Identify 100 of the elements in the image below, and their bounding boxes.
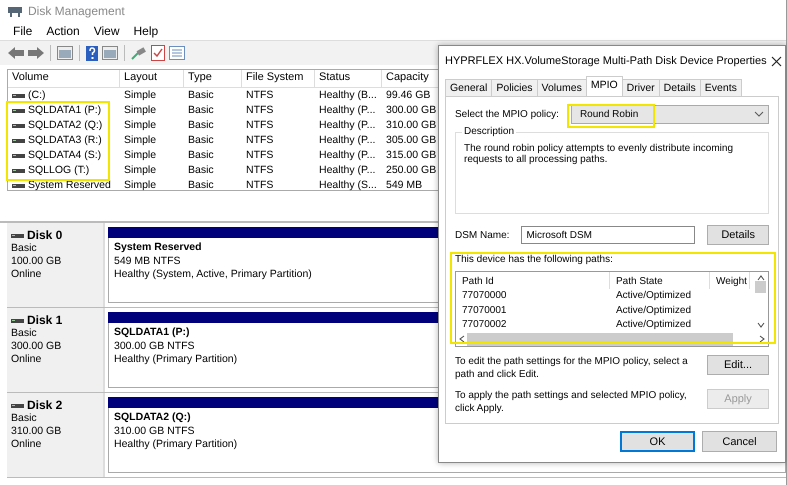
table-cell-text: Simple (123, 88, 158, 103)
group-title: Description (462, 126, 516, 137)
disk-name: Disk 2 (27, 399, 62, 412)
drive-icon (12, 182, 25, 188)
table-cell: SQLDATA4 (S:) (28, 148, 102, 163)
table-cell-text: 250.00 GB (385, 163, 438, 178)
drive-icon (12, 168, 25, 174)
tab[interactable]: Driver (622, 79, 660, 96)
forward-arrow-icon[interactable] (28, 47, 44, 59)
scroll-down-icon[interactable] (756, 322, 764, 328)
column-header[interactable]: Path State (610, 272, 710, 289)
drive-icon (12, 138, 25, 144)
partition-name: SQLDATA1 (P:) (114, 326, 190, 340)
panel-icon[interactable] (57, 46, 73, 60)
list-icon[interactable] (169, 46, 185, 60)
table-cell-text: NTFS (245, 118, 274, 133)
partition-size: 300.00 GB NTFS (114, 340, 195, 353)
policy-label: Select the MPIO policy: (455, 108, 559, 120)
partition-size: 549 MB NTFS (114, 254, 181, 268)
table-cell-text: Healthy (P... (318, 118, 376, 133)
policy-dropdown[interactable]: Round Robin (570, 104, 769, 124)
disk-state: Online (11, 353, 42, 366)
edit-button[interactable]: Edit... (707, 355, 769, 375)
scroll-right-icon[interactable] (759, 335, 765, 344)
drive-icon (11, 232, 24, 238)
table-cell-text: Healthy (P... (318, 133, 376, 148)
table-cell-text: Basic (187, 103, 215, 118)
path-row[interactable]: 77070000 Active/Optimized (456, 289, 710, 304)
apply-hint: To apply the path settings and selected MPIO policy, click Apply. (455, 389, 688, 415)
table-cell-text: Simple (123, 178, 158, 193)
disk-type: Basic (11, 412, 38, 425)
menu-item[interactable]: View (88, 24, 124, 38)
disk-size: 310.00 GB (11, 425, 62, 438)
checklist-icon[interactable] (151, 45, 165, 61)
scroll-up-icon[interactable] (756, 275, 764, 281)
menu-item[interactable]: Help (128, 24, 164, 38)
disk-name: Disk 0 (27, 229, 62, 242)
table-cell-text: Simple (123, 118, 158, 133)
partition-status: Healthy (System, Active, Primary Partition) (114, 268, 312, 282)
window-title: Disk Management (28, 4, 125, 18)
column-header[interactable]: Weight (710, 272, 750, 289)
disk-size: 300.00 GB (11, 340, 62, 353)
table-cell-text: NTFS (245, 178, 274, 193)
table-cell: SQLDATA2 (Q:) (28, 118, 102, 133)
table-cell-text: Simple (123, 103, 158, 118)
menu-item[interactable]: File (8, 24, 38, 38)
table-cell: SQLDATA1 (P:) (28, 103, 102, 118)
table-cell-text: 315.00 GB (385, 148, 438, 163)
connect-icon[interactable] (131, 46, 147, 60)
table-cell-text: Basic (187, 88, 215, 103)
table-cell-text: NTFS (245, 88, 274, 103)
partition-status: Healthy (Primary Partition) (114, 353, 238, 366)
path-row[interactable]: 77070002 Active/Optimized (456, 318, 710, 332)
table-cell: SQLDATA3 (R:) (28, 133, 102, 148)
table-cell-text: 549 MB (385, 178, 424, 193)
table-cell-text: Healthy (S... (318, 178, 378, 193)
back-arrow-icon[interactable] (8, 47, 24, 59)
chevron-down-icon (754, 111, 764, 117)
tab[interactable]: Volumes (536, 79, 587, 96)
tab[interactable]: General (445, 79, 492, 96)
drive-icon (12, 92, 25, 98)
table-cell-text: Simple (123, 148, 158, 163)
table-cell-text: Healthy (P... (318, 103, 376, 118)
table-cell-text: 310.00 GB (385, 118, 438, 133)
tab[interactable]: Events (700, 79, 742, 96)
column-header[interactable]: Path Id (456, 272, 610, 289)
drive-icon (11, 402, 24, 408)
table-cell-text: Simple (123, 133, 158, 148)
dsm-field[interactable]: Microsoft DSM (521, 226, 696, 244)
panel-icon[interactable] (102, 46, 118, 60)
column-header[interactable]: Type (184, 70, 242, 88)
description-text: The round robin policy attempts to evenly distribute incoming requests to all processing paths. (464, 143, 734, 165)
disk-state: Online (11, 268, 42, 281)
disk-name: Disk 1 (27, 314, 62, 327)
table-cell-text: 99.46 GB (385, 88, 432, 103)
table-cell-text: Simple (123, 163, 158, 178)
dialog-button[interactable]: OK (620, 431, 695, 452)
column-header[interactable]: Status (315, 70, 382, 88)
scroll-left-icon[interactable] (459, 335, 465, 344)
dialog-title: HYPRFLEX HX.VolumeStorage Multi-Path Disk Device Properties (445, 55, 767, 67)
tab[interactable]: Details (658, 79, 701, 96)
disk-size: 100.00 GB (11, 255, 62, 268)
column-header[interactable]: Layout (120, 70, 184, 88)
details-button[interactable]: Details (707, 225, 769, 245)
scroll-thumb[interactable] (755, 281, 766, 293)
partition-name: SQLDATA2 (Q:) (114, 411, 191, 424)
column-header[interactable]: Volume (8, 70, 120, 88)
edit-hint: To edit the path settings for the MPIO policy, select a path and click Edit. (455, 355, 689, 381)
table-cell-text: Basic (187, 148, 215, 163)
table-cell-text: Basic (187, 178, 215, 193)
dialog-button[interactable]: Cancel (702, 431, 777, 452)
help-icon[interactable] (86, 46, 98, 60)
table-cell-text: NTFS (245, 163, 274, 178)
tab[interactable]: Policies (491, 79, 538, 96)
table-cell-text: Basic (187, 118, 215, 133)
column-header[interactable]: File System (242, 70, 315, 88)
partition-size: 310.00 GB NTFS (114, 424, 195, 438)
menu-item[interactable]: Action (41, 24, 85, 38)
table-cell: SQLLOG (T:) (28, 163, 90, 178)
path-row[interactable]: 77070001 Active/Optimized (456, 304, 710, 318)
